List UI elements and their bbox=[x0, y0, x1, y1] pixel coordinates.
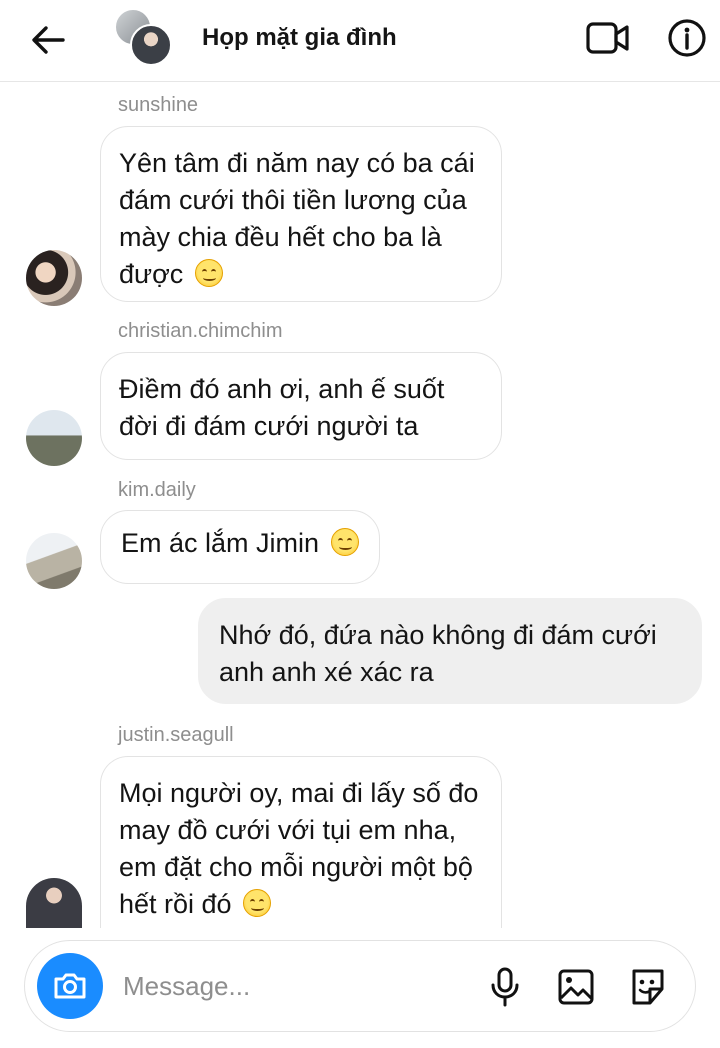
avatar bbox=[130, 24, 172, 66]
smiling-face-emoji bbox=[194, 259, 223, 287]
message-text: Yên tâm đi năm nay có ba cái đám cưới th… bbox=[119, 148, 475, 289]
group-avatar[interactable] bbox=[114, 8, 174, 68]
message-bubble[interactable]: Yên tâm đi năm nay có ba cái đám cưới th… bbox=[100, 126, 502, 302]
message-text: Em ác lắm Jimin bbox=[121, 528, 320, 558]
avatar[interactable] bbox=[26, 533, 82, 589]
chat-header: Họp mặt gia đình bbox=[0, 0, 720, 82]
message-bubble-outgoing[interactable]: Nhớ đó, đứa nào không đi đám cưới anh an… bbox=[198, 598, 702, 704]
info-icon[interactable] bbox=[664, 16, 710, 60]
sender-name: justin.seagull bbox=[118, 724, 234, 746]
message-text: Mọi người oy, mai đi lấy số đo may đồ cư… bbox=[119, 778, 479, 919]
sender-name: christian.chimchim bbox=[118, 320, 283, 342]
message-bubble[interactable]: Em ác lắm Jimin bbox=[100, 510, 380, 584]
message-text: Điềm đó anh ơi, anh ế suốt đời đi đám cư… bbox=[119, 374, 445, 441]
avatar[interactable] bbox=[26, 878, 82, 928]
message-composer bbox=[24, 940, 696, 1032]
message-bubble[interactable]: Điềm đó anh ơi, anh ế suốt đời đi đám cư… bbox=[100, 352, 502, 460]
page-title[interactable]: Họp mặt gia đình bbox=[202, 24, 397, 52]
smiling-face-with-tear-emoji bbox=[330, 528, 359, 556]
sender-name: sunshine bbox=[118, 94, 199, 116]
video-call-icon[interactable] bbox=[584, 18, 632, 58]
gallery-icon[interactable] bbox=[553, 963, 599, 1011]
message-input[interactable] bbox=[123, 965, 463, 1007]
message-text: Nhớ đó, đứa nào không đi đám cưới anh an… bbox=[219, 620, 657, 687]
message-bubble[interactable]: Mọi người oy, mai đi lấy số đo may đồ cư… bbox=[100, 756, 502, 928]
camera-icon[interactable] bbox=[37, 953, 103, 1019]
microphone-icon[interactable] bbox=[483, 963, 527, 1011]
avatar[interactable] bbox=[26, 250, 82, 306]
smiling-face-emoji bbox=[243, 889, 272, 917]
back-arrow-icon[interactable] bbox=[26, 20, 70, 60]
sender-name: kim.daily bbox=[118, 479, 196, 501]
avatar[interactable] bbox=[26, 410, 82, 466]
sticker-icon[interactable] bbox=[625, 963, 671, 1011]
